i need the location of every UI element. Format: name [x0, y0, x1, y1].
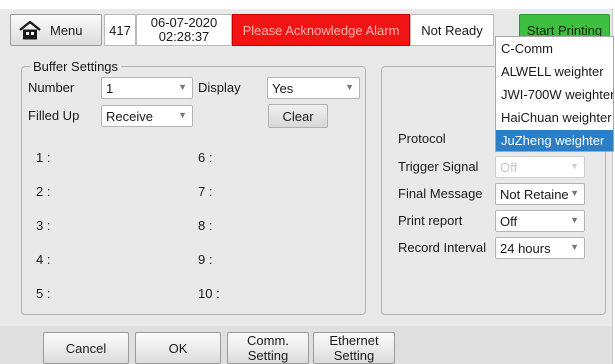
chevron-down-icon: ▼ [570, 215, 579, 225]
date-text: 06-07-2020 [150, 15, 218, 30]
buffer-slot-4: 4 : [36, 252, 51, 267]
alarm-banner[interactable]: Please Acknowledge Alarm [232, 14, 410, 46]
record-interval-value: 24 hours [500, 240, 551, 256]
buffer-slot-8: 8 : [198, 218, 213, 233]
status-text: Not Ready [421, 22, 483, 38]
final-message-select[interactable]: Not Retaine ▼ [495, 183, 585, 205]
ethernet-setting-button[interactable]: Ethernet Setting [313, 332, 395, 364]
buffer-slot-10: 10 : [198, 286, 220, 301]
buffer-slot-9: 9 : [198, 252, 213, 267]
datetime-display: 06-07-2020 02:28:37 [136, 14, 232, 46]
chevron-down-icon: ▼ [570, 242, 579, 252]
display-label: Display [198, 80, 241, 95]
final-message-value: Not Retaine [500, 186, 569, 202]
buffer-settings-legend: Buffer Settings [30, 59, 122, 74]
clear-button[interactable]: Clear [268, 104, 328, 128]
clear-label: Clear [282, 108, 314, 124]
dropdown-option-juzheng[interactable]: JuZheng weighter [496, 130, 613, 151]
buffer-slot-1: 1 : [36, 150, 51, 165]
dropdown-option-jwi-700w[interactable]: JWI-700W weighter [496, 84, 613, 106]
final-message-label: Final Message [398, 186, 483, 201]
alarm-text: Please Acknowledge Alarm [242, 22, 400, 38]
menu-label: Menu [50, 22, 83, 38]
comm-setting-button[interactable]: Comm. Setting [227, 332, 309, 364]
counter-display: 417 [104, 14, 136, 46]
trigger-signal-label: Trigger Signal [398, 159, 479, 174]
chevron-down-icon: ▼ [570, 161, 579, 171]
dropdown-option-haichuan[interactable]: HaiChuan weighter [496, 107, 613, 129]
print-report-label: Print report [398, 213, 463, 228]
chevron-down-icon: ▼ [570, 188, 579, 198]
chevron-down-icon: ▼ [178, 110, 187, 120]
display-value: Yes [272, 80, 294, 96]
ok-button[interactable]: OK [135, 332, 221, 364]
record-interval-label: Record Interval [398, 240, 487, 255]
chevron-down-icon: ▼ [178, 82, 187, 92]
top-strip [0, 0, 615, 9]
home-icon [19, 20, 41, 39]
record-interval-select[interactable]: 24 hours ▼ [495, 237, 585, 259]
buffer-slot-5: 5 : [36, 286, 51, 301]
trigger-signal-select: Off ▼ [495, 156, 585, 178]
trigger-signal-value: Off [500, 159, 518, 175]
dropdown-option-alwell[interactable]: ALWELL weighter [496, 61, 613, 83]
counter-value: 417 [109, 22, 131, 38]
display-select[interactable]: Yes ▼ [267, 77, 360, 99]
ok-label: OK [168, 340, 188, 356]
cancel-button[interactable]: Cancel [43, 332, 129, 364]
buffer-slot-6: 6 : [198, 150, 213, 165]
protocol-label: Protocol [398, 131, 446, 146]
print-report-value: Off [500, 213, 518, 229]
chevron-down-icon: ▼ [345, 82, 354, 92]
dropdown-option-c-comm[interactable]: C-Comm [496, 38, 613, 60]
number-value: 1 [106, 80, 114, 96]
buffer-slot-7: 7 : [198, 184, 213, 199]
filled-up-value: Receive [106, 108, 153, 124]
print-report-select[interactable]: Off ▼ [495, 210, 585, 232]
cancel-label: Cancel [65, 340, 107, 356]
filled-up-select[interactable]: Receive ▼ [101, 105, 193, 127]
number-label: Number [28, 80, 75, 95]
comm-setting-label: Comm. Setting [247, 333, 289, 363]
protocol-dropdown-list: C-Comm ALWELL weighter JWI-700W weighter… [495, 36, 614, 152]
ethernet-setting-label: Ethernet Setting [329, 333, 379, 363]
status-badge: Not Ready [410, 14, 494, 46]
time-text: 02:28:37 [158, 29, 210, 44]
filled-up-label: Filled Up [28, 108, 80, 123]
number-select[interactable]: 1 ▼ [101, 77, 193, 99]
buffer-slot-3: 3 : [36, 218, 51, 233]
menu-button[interactable]: Menu [10, 14, 102, 46]
buffer-slot-2: 2 : [36, 184, 51, 199]
